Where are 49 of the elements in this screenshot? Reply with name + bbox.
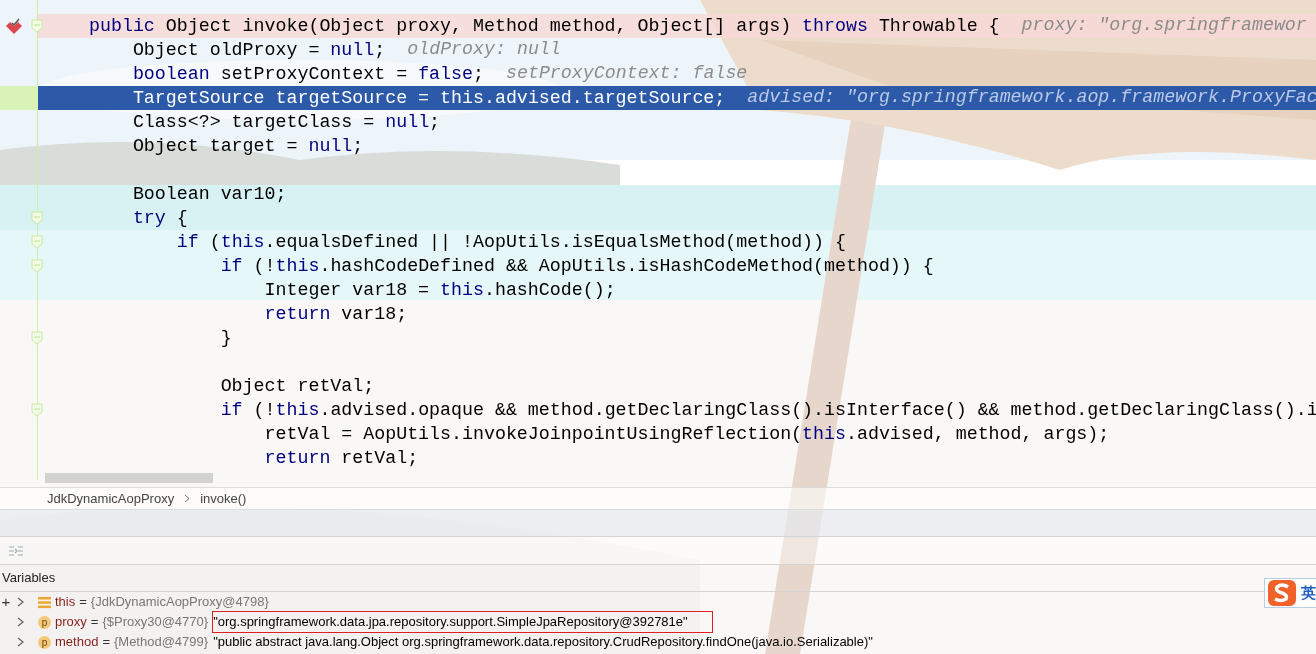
chevron-icon xyxy=(184,494,191,503)
breadcrumb-item[interactable]: JdkDynamicAopProxy xyxy=(47,488,175,509)
equals-sign: = xyxy=(90,613,99,632)
code-line: return var18; xyxy=(263,303,408,326)
fold-icon[interactable] xyxy=(31,403,43,417)
code-line: } xyxy=(219,327,232,350)
code-line: Object oldProxy = null; xyxy=(131,39,386,62)
code-line: if (this.equalsDefined || !AopUtils.isEqualsMethod(method)) { xyxy=(175,231,846,254)
code-line: Class<?> targetClass = null; xyxy=(131,111,441,134)
variable-name: method xyxy=(55,633,99,652)
add-watch-button[interactable]: + xyxy=(0,593,12,611)
inline-value-hint: proxy: "org.springframewor xyxy=(1021,14,1307,38)
fold-icon[interactable] xyxy=(31,259,43,273)
breadcrumb-item[interactable]: invoke() xyxy=(200,488,247,509)
object-reference: {Method@4799} xyxy=(113,633,209,652)
variable-name: this xyxy=(55,593,76,612)
object-reference: {$Proxy30@4770} xyxy=(102,613,209,632)
fold-icon[interactable] xyxy=(31,331,43,345)
fold-icon[interactable] xyxy=(31,235,43,249)
ime-logo-icon[interactable] xyxy=(1267,579,1297,607)
field-list-icon xyxy=(38,595,51,609)
code-line: Object target = null; xyxy=(131,135,364,158)
string-value: "public abstract java.lang.Object org.springframework.data.repository.CrudRepository.findOne(java.io.Serializable)" xyxy=(212,633,874,652)
equals-sign: = xyxy=(79,593,87,612)
equals-sign: = xyxy=(102,633,110,652)
layout-icon[interactable] xyxy=(9,545,23,556)
string-value: "org.springframework.data.jpa.repository.support.SimpleJpaRepository@392781e" xyxy=(212,611,713,633)
horizontal-scrollbar[interactable] xyxy=(45,473,213,483)
code-line: if (!this.hashCodeDefined && AopUtils.isHashCodeMethod(method)) { xyxy=(219,255,934,278)
code-line: Object retVal; xyxy=(219,375,375,398)
inline-value-hint: setProxyContext: false xyxy=(506,62,748,86)
fold-icon[interactable] xyxy=(31,211,43,225)
fold-icon[interactable] xyxy=(31,19,43,33)
code-line: retVal = AopUtils.invokeJoinpointUsingReflection(this.advised, method, args); xyxy=(263,423,1110,446)
gutter-highlight xyxy=(0,86,38,110)
variable-name: proxy xyxy=(55,613,87,632)
code-line: return retVal; xyxy=(263,447,419,470)
code-line: try { xyxy=(131,207,188,230)
code-line: TargetSource targetSource = this.advised.targetSource; xyxy=(131,87,726,110)
object-reference: {JdkDynamicAopProxy@4798} xyxy=(90,593,269,612)
code-line: public Object invoke(Object proxy, Method method, Object[] args) throws Throwable { xyxy=(89,15,1000,38)
code-line: boolean setProxyContext = false; xyxy=(131,63,484,86)
inline-value-hint: oldProxy: null xyxy=(407,38,561,62)
code-line: Integer var18 = this.hashCode(); xyxy=(263,279,616,302)
code-line: Boolean var10; xyxy=(131,183,287,206)
panel-title: Variables xyxy=(2,569,56,588)
inline-value-hint: advised: "org.springframework.aop.framework.ProxyFac xyxy=(747,86,1316,110)
code-line: if (!this.advised.opaque && method.getDeclaringClass().isInterface() && method.getDeclaringClass().i xyxy=(219,399,1316,422)
breakpoint-icon[interactable] xyxy=(5,17,23,35)
